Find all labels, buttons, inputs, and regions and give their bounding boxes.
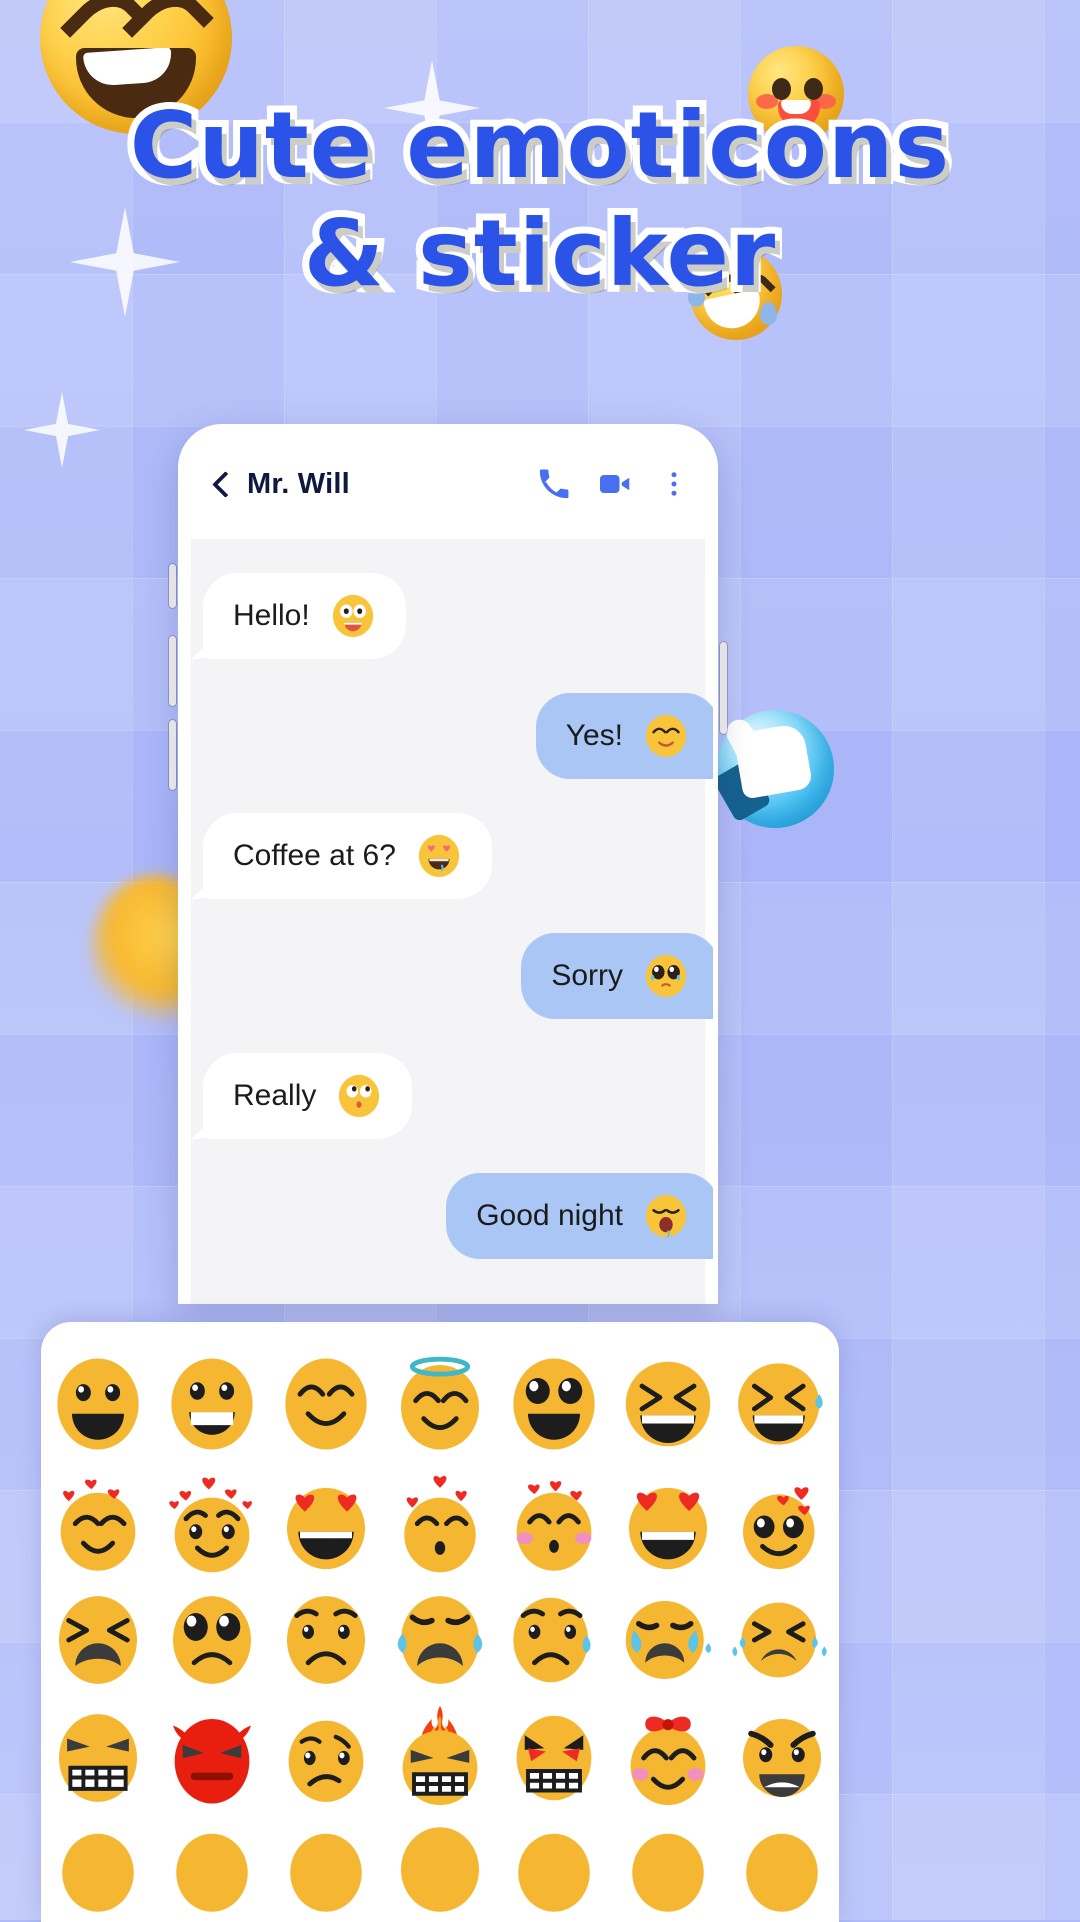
- chat-message-text: Really: [233, 1079, 317, 1112]
- phone-mute-button[interactable]: [169, 564, 176, 608]
- chat-message-text: Yes!: [565, 719, 623, 752]
- chat-message-row: Sorry: [191, 933, 713, 1019]
- phone-volume-down-button[interactable]: [169, 720, 176, 790]
- emoji-cell-hearts-smile[interactable]: [41, 1468, 155, 1576]
- emoji-cell-partial[interactable]: [497, 1822, 611, 1922]
- sleepy-yawn-emoji: [643, 1193, 689, 1239]
- cheeky-smile-3d-sticker: [748, 46, 844, 142]
- emoji-grid: [41, 1350, 839, 1922]
- phone-mockup: Mr. Will Hello! Yes! Coffee at 6? Sorry …: [169, 424, 727, 1304]
- emoji-cell-toothy-grin[interactable]: [155, 1350, 269, 1458]
- rolling-eyes-pout-emoji: [336, 1073, 382, 1119]
- emoji-cell-squint-frown[interactable]: [41, 1586, 155, 1694]
- emoji-cell-smiling-closed-eyes[interactable]: [269, 1350, 383, 1458]
- emoji-cell-hearts-kiss[interactable]: [383, 1468, 497, 1576]
- phone-volume-up-button[interactable]: [169, 636, 176, 706]
- chat-bubble-outgoing[interactable]: Yes!: [535, 693, 713, 779]
- emoji-cell-hearts-star-eyes[interactable]: [725, 1468, 839, 1576]
- chat-message-text: Hello!: [233, 599, 310, 632]
- chevron-left-icon[interactable]: [207, 471, 233, 497]
- emoji-cell-partial[interactable]: [611, 1822, 725, 1922]
- emoji-cell-grinning-open[interactable]: [41, 1350, 155, 1458]
- chat-message-text: Sorry: [551, 959, 623, 992]
- chat-bubble-outgoing[interactable]: Good night: [446, 1173, 713, 1259]
- emoji-cell-heart-eyes-grin[interactable]: [611, 1468, 725, 1576]
- emoji-cell-heart-eyes-open[interactable]: [269, 1468, 383, 1576]
- smiling-blush-emoji: [643, 713, 689, 759]
- emoji-keyboard-panel[interactable]: [41, 1322, 839, 1922]
- thumbs-up-3d-sticker: [712, 710, 834, 828]
- chat-bubble-incoming[interactable]: Hello!: [203, 573, 406, 659]
- tears-of-joy-3d-sticker: [688, 248, 782, 340]
- emoji-cell-partial[interactable]: [269, 1822, 383, 1922]
- emoji-cell-bow-blush-smile[interactable]: [611, 1704, 725, 1812]
- emoji-cell-halo-angel[interactable]: [383, 1350, 497, 1458]
- emoji-cell-sad-frown[interactable]: [269, 1586, 383, 1694]
- emoji-cell-fire-rage[interactable]: [383, 1704, 497, 1812]
- emoji-cell-partial[interactable]: [383, 1822, 497, 1922]
- phone-frame: Mr. Will Hello! Yes! Coffee at 6? Sorry …: [178, 424, 718, 1304]
- chat-message-row: Really: [191, 1053, 705, 1139]
- phone-power-button[interactable]: [720, 642, 727, 734]
- sparkle-icon: [70, 207, 180, 317]
- emoji-cell-rage-red-eyes[interactable]: [497, 1704, 611, 1812]
- chat-bubble-incoming[interactable]: Really: [203, 1053, 413, 1139]
- video-call-icon[interactable]: [597, 466, 633, 502]
- contact-name: Mr. Will: [247, 467, 350, 500]
- chat-message-row: Hello!: [191, 573, 705, 659]
- emoji-cell-sobbing[interactable]: [611, 1586, 725, 1694]
- sparkle-icon: [384, 60, 480, 156]
- chat-message-row: Yes!: [191, 693, 713, 779]
- chat-app-bar: Mr. Will: [183, 429, 713, 539]
- emoji-cell-star-struck-grin[interactable]: [497, 1350, 611, 1458]
- emoji-cell-confused-unamused[interactable]: [269, 1704, 383, 1812]
- emoji-cell-hearts-blush-kiss[interactable]: [497, 1468, 611, 1576]
- emoji-cell-partial[interactable]: [155, 1822, 269, 1922]
- emoji-cell-bawling[interactable]: [725, 1586, 839, 1694]
- emoji-cell-crying-loud[interactable]: [383, 1586, 497, 1694]
- emoji-cell-squint-laugh[interactable]: [611, 1350, 725, 1458]
- chat-message-list[interactable]: Hello! Yes! Coffee at 6? Sorry Really Go…: [191, 539, 713, 1304]
- chat-message-text: Coffee at 6?: [233, 839, 396, 872]
- sparkle-icon: [24, 392, 100, 468]
- chat-message-row: Coffee at 6?: [191, 813, 705, 899]
- emoji-cell-devil-face[interactable]: [155, 1704, 269, 1812]
- emoji-cell-hearts-happy[interactable]: [155, 1468, 269, 1576]
- chat-message-row: Good night: [191, 1173, 713, 1259]
- emoji-cell-partial[interactable]: [41, 1822, 155, 1922]
- call-icon[interactable]: [537, 467, 571, 501]
- phone-screen: Mr. Will Hello! Yes! Coffee at 6? Sorry …: [183, 429, 713, 1304]
- heart-eyes-drool-emoji: [416, 833, 462, 879]
- chat-message-text: Good night: [476, 1199, 623, 1232]
- emoji-cell-teary-big-eyes[interactable]: [155, 1586, 269, 1694]
- emoji-cell-angry-grit[interactable]: [41, 1704, 155, 1812]
- emoji-cell-laugh-sweat[interactable]: [725, 1350, 839, 1458]
- pleading-teary-emoji: [643, 953, 689, 999]
- chat-bubble-incoming[interactable]: Coffee at 6?: [203, 813, 492, 899]
- overflow-menu-icon[interactable]: [659, 467, 689, 501]
- emoji-cell-single-tear-sad[interactable]: [497, 1586, 611, 1694]
- emoji-cell-partial[interactable]: [725, 1822, 839, 1922]
- grinning-wide-eyes-emoji: [330, 593, 376, 639]
- emoji-cell-angry-shout[interactable]: [725, 1704, 839, 1812]
- chat-bubble-outgoing[interactable]: Sorry: [521, 933, 713, 1019]
